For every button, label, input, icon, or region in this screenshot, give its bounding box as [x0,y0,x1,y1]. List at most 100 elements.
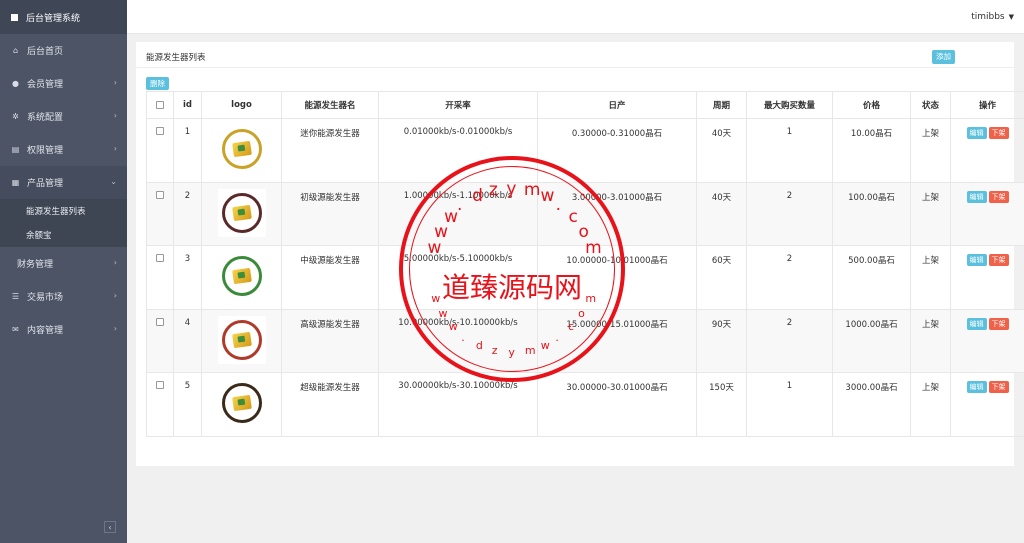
chevron-right-icon: › [113,291,117,300]
name-cell: 初级源能发生器 [281,181,379,246]
id-cell: 3 [173,245,202,310]
generator-logo [217,315,266,364]
app-brand[interactable]: 后台管理系统 [0,0,127,34]
sidebar-item-permissions[interactable]: ▤ 权限管理 › [0,133,127,166]
sidebar-item-label: 后台首页 [27,47,64,57]
rate-cell: 0.01000kb/s-0.01000kb/s [378,118,538,183]
sidebar-item-label: 权限管理 [27,146,64,156]
edit-button[interactable]: 编辑 [966,190,987,203]
unlist-button[interactable]: 下架 [988,254,1009,266]
sidebar-item-label: 财务管理 [17,260,54,270]
rate-cell: 30.00000kb/s-30.10000kb/s [378,372,538,437]
chevron-right-icon: › [113,258,117,267]
add-button[interactable]: 添加 [932,50,955,64]
row-checkbox[interactable] [156,127,164,135]
table-row: 4 高级源能发生器 10.00000kb/s-10.10000kb/s 15.0000… [146,308,1024,373]
rate-cell: 5.00000kb/s-5.10000kb/s [378,245,538,310]
sidebar-subitem-generator-list[interactable]: 能源发生器列表 [0,199,127,223]
edit-button[interactable]: 编辑 [966,127,987,139]
row-checkbox[interactable] [156,381,164,389]
name-cell: 高级源能发生器 [281,308,379,373]
user-icon: ● [12,79,19,88]
period-cell: 60天 [696,245,747,310]
sidebar-submenu: 能源发生器列表 余额宝 [0,199,127,247]
column-header: 日产 [537,91,697,119]
unlist-button[interactable]: 下架 [988,381,1009,393]
period-cell: 90天 [696,308,747,373]
page-title: 能源发生器列表 [146,53,206,63]
content-panel: 能源发生器列表 添加 删除 id logo 能源发生器名 开采率 日产 周期 最… [136,42,1024,466]
sidebar-item-home[interactable]: ⌂ 后台首页 [0,34,127,67]
sidebar-item-content[interactable]: ✉ 内容管理 › [0,313,127,346]
sidebar-item-label: 交易市场 [27,293,64,303]
generator-table: id logo 能源发生器名 开采率 日产 周期 最大购买数量 价格 状态 操作… [146,91,1024,437]
row-select-cell [146,308,174,373]
table-row: 1 迷你能源发生器 0.01000kb/s-0.01000kb/s 0.30000-0… [146,118,1024,183]
sidebar-item-label: 产品管理 [27,179,64,189]
generator-logo [217,252,266,300]
sidebar-collapse-button[interactable]: ‹ [104,521,116,533]
crystal-icon [231,331,252,348]
table-row: 5 超级能源发生器 30.00000kb/s-30.10000kb/s 30.0000… [146,372,1024,437]
table-row: 3 中级源能发生器 5.00000kb/s-5.10000kb/s 10.00000-… [146,245,1024,310]
chevron-right-icon: › [113,78,117,87]
max-cell: 2 [746,181,833,246]
row-select-cell [146,372,174,437]
user-menu[interactable]: timibbs ▼ [971,12,1014,22]
edit-button[interactable]: 编辑 [966,254,987,266]
table-header-row: id logo 能源发生器名 开采率 日产 周期 最大购买数量 价格 状态 操作 [146,91,1024,119]
sidebar-subitem-yuebao[interactable]: 余额宝 [0,223,127,247]
select-all-checkbox[interactable] [156,100,164,109]
name-cell: 中级源能发生器 [281,245,379,310]
delete-button[interactable]: 删除 [146,77,169,90]
sidebar-item-members[interactable]: ● 会员管理 › [0,67,127,100]
actions-cell: 编辑 下架 [950,245,1024,310]
column-header: logo [201,91,282,119]
sidebar-item-finance[interactable]: 财务管理 › [0,247,127,280]
row-checkbox[interactable] [156,317,164,326]
unlist-button[interactable]: 下架 [988,317,1009,330]
column-header: 价格 [832,91,911,119]
gears-icon: ✲ [12,112,19,121]
edit-button[interactable]: 编辑 [966,317,987,330]
actions-cell: 编辑 下架 [950,181,1024,246]
daily-cell: 0.30000-0.31000晶石 [537,118,697,183]
unlist-button[interactable]: 下架 [988,190,1009,203]
sidebar-item-system-config[interactable]: ✲ 系统配置 › [0,100,127,133]
max-cell: 1 [746,372,833,437]
unlist-button[interactable]: 下架 [988,127,1009,139]
sidebar-item-products[interactable]: ▦ 产品管理 ⌄ [0,166,127,199]
username: timibbs [971,12,1005,22]
actions-cell: 编辑 下架 [950,372,1024,437]
name-cell: 迷你能源发生器 [281,118,379,183]
row-checkbox[interactable] [156,190,164,199]
row-checkbox[interactable] [156,254,164,262]
actions-cell: 编辑 下架 [950,308,1024,373]
chevron-right-icon: › [113,111,117,120]
divider [136,67,1014,68]
id-cell: 5 [173,372,202,437]
column-header: 状态 [910,91,951,119]
column-header: 周期 [696,91,747,119]
daily-cell: 30.00000-30.01000晶石 [537,372,697,437]
row-select-cell [146,245,174,310]
edit-button[interactable]: 编辑 [966,381,987,393]
actions-cell: 编辑 下架 [950,118,1024,183]
crystal-icon [231,204,252,221]
price-cell: 3000.00晶石 [832,372,911,437]
rate-cell: 10.00000kb/s-10.10000kb/s [378,308,538,373]
status-cell: 上架 [910,308,951,373]
sidebar-item-market[interactable]: ☰ 交易市场 › [0,280,127,313]
generator-logo [217,125,266,173]
select-all-header [146,91,174,119]
logo-cell [201,372,282,437]
id-cell: 1 [173,118,202,183]
column-header: id [173,91,202,119]
chevron-down-icon: ⌄ [110,177,117,186]
status-cell: 上架 [910,245,951,310]
app-title: 后台管理系统 [26,13,81,24]
period-cell: 40天 [696,181,747,246]
rate-cell: 1.00000kb/s-1.10000kb/s [378,181,538,246]
max-cell: 2 [746,308,833,373]
crystal-icon [231,140,252,158]
